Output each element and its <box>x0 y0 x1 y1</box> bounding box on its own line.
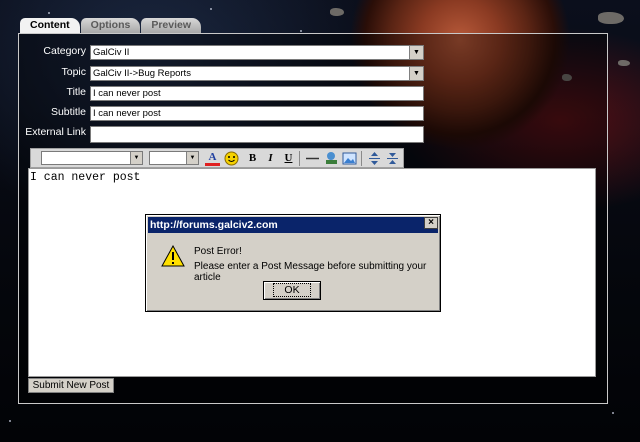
title-input[interactable]: I can never post <box>90 86 424 101</box>
tab-preview[interactable]: Preview <box>141 18 202 33</box>
font-color-icon[interactable]: A <box>205 151 220 166</box>
star <box>300 30 302 32</box>
category-select[interactable]: GalCiv II ▼ <box>90 45 424 60</box>
font-select[interactable]: ▼ <box>41 151 143 165</box>
topic-select[interactable]: GalCiv II->Bug Reports ▼ <box>90 66 424 81</box>
topic-value: GalCiv II->Bug Reports <box>93 68 191 79</box>
editor-toolbar: ▼ ▼ A B I U <box>30 148 404 168</box>
horizontal-rule-icon[interactable] <box>305 151 320 166</box>
underline-icon[interactable]: U <box>281 151 296 166</box>
chevron-down-icon[interactable]: ▼ <box>409 67 423 80</box>
bold-icon[interactable]: B <box>245 151 260 166</box>
expand-icon[interactable] <box>367 151 382 166</box>
tab-content[interactable]: Content <box>20 18 80 33</box>
external-link-label: External Link <box>25 126 86 138</box>
toolbar-divider <box>361 151 362 166</box>
tab-options[interactable]: Options <box>80 18 141 33</box>
asteroid <box>330 8 344 16</box>
dialog-title: http://forums.galciv2.com <box>148 217 438 233</box>
subtitle-input[interactable]: I can never post <box>90 106 424 121</box>
tab-bar: Content Options Preview <box>20 18 202 33</box>
star <box>210 8 212 10</box>
asteroid <box>618 60 630 66</box>
submit-new-post-button[interactable]: Submit New Post <box>28 378 114 393</box>
title-label: Title <box>66 86 86 98</box>
topic-label: Topic <box>61 66 86 78</box>
ok-button[interactable]: OK <box>263 281 321 300</box>
subtitle-label: Subtitle <box>50 106 86 118</box>
category-value: GalCiv II <box>93 47 130 58</box>
italic-icon[interactable]: I <box>263 151 278 166</box>
category-label: Category <box>43 45 86 57</box>
image-icon[interactable] <box>342 151 357 166</box>
asteroid <box>598 12 624 24</box>
dialog-message-title: Post Error! <box>194 246 242 257</box>
close-icon[interactable]: × <box>424 217 438 229</box>
chevron-down-icon[interactable]: ▼ <box>186 152 198 164</box>
external-link-input[interactable] <box>90 126 424 143</box>
editor-text: I can never post <box>30 171 141 184</box>
dialog-message: Please enter a Post Message before submi… <box>194 261 427 283</box>
toolbar-divider <box>299 151 300 166</box>
chevron-down-icon[interactable]: ▼ <box>409 46 423 59</box>
chevron-down-icon[interactable]: ▼ <box>130 152 142 164</box>
smiley-icon[interactable] <box>224 151 239 166</box>
post-error-dialog: http://forums.galciv2.com × Post Error! … <box>145 214 441 312</box>
collapse-icon[interactable] <box>385 151 400 166</box>
star <box>48 12 50 14</box>
star <box>612 412 614 414</box>
ok-button-label: OK <box>273 283 311 297</box>
star <box>9 420 11 422</box>
size-select[interactable]: ▼ <box>149 151 199 165</box>
warning-icon <box>161 244 185 267</box>
link-icon[interactable] <box>324 151 339 166</box>
